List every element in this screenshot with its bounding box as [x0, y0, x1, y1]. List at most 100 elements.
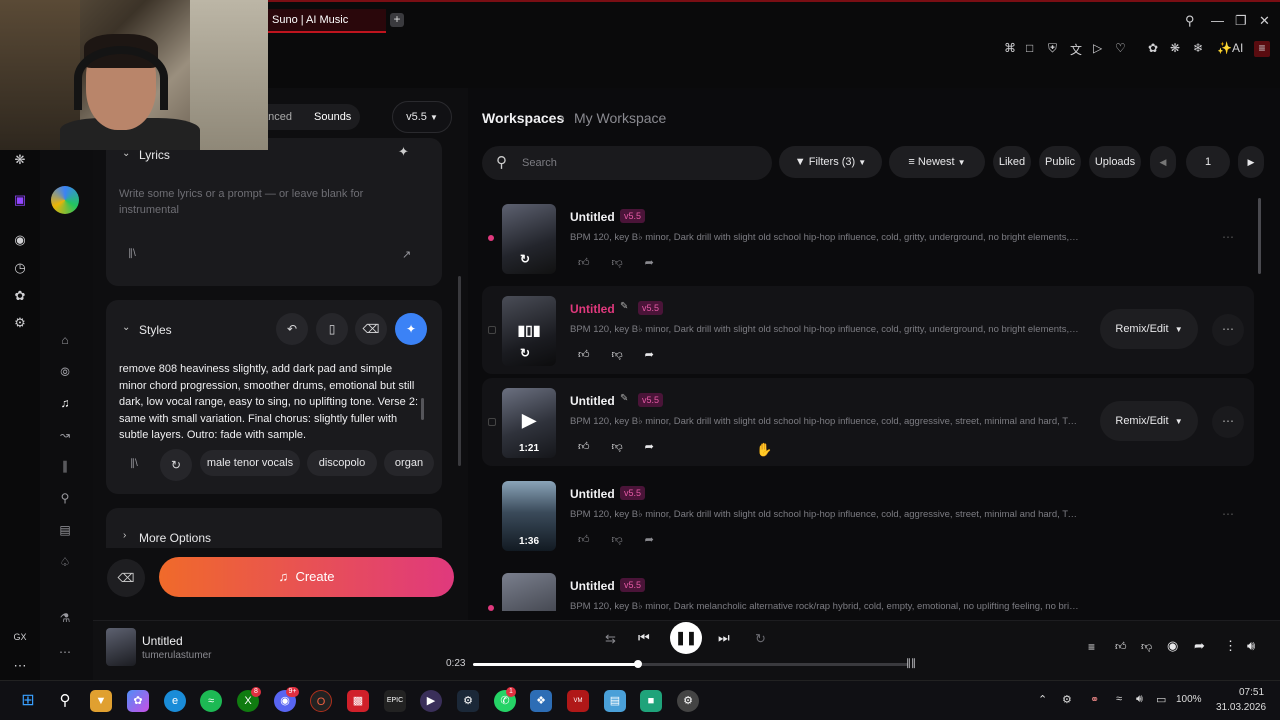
app-icon[interactable]: ❖: [530, 690, 552, 712]
search-icon[interactable]: ⚲: [1185, 13, 1195, 29]
tab-sounds[interactable]: Sounds: [314, 111, 351, 123]
play-icon[interactable]: ▷: [1093, 41, 1102, 55]
song-row[interactable]: Untitled v5.5 BPM 120, key B♭ minor, Dar…: [482, 563, 1254, 611]
steam-tray-icon[interactable]: ⚙: [1062, 693, 1072, 706]
queue-icon[interactable]: ≡: [1088, 640, 1095, 654]
edge-icon[interactable]: e: [164, 690, 186, 712]
select-checkbox[interactable]: [488, 418, 496, 426]
app-icon[interactable]: ▩: [347, 690, 369, 712]
labs-icon[interactable]: ⚗: [58, 611, 72, 625]
trash-icon[interactable]: ⌫: [355, 313, 387, 345]
opera-menu-icon[interactable]: ≡: [1254, 41, 1270, 57]
share-icon[interactable]: ➦: [645, 441, 654, 453]
song-title[interactable]: Untitled: [570, 394, 615, 408]
ai-extension-icon[interactable]: ✨AI: [1217, 41, 1243, 55]
browser-tab-suno[interactable]: Suno | AI Music: [266, 9, 386, 33]
heart-icon[interactable]: ♡: [1115, 41, 1126, 55]
app-icon[interactable]: ▤: [604, 690, 626, 712]
style-tag[interactable]: male tenor vocals: [200, 450, 300, 476]
notifications-icon[interactable]: ♤: [58, 555, 72, 569]
thumbs-down-icon[interactable]: 👎︎: [612, 534, 623, 546]
minimize-icon[interactable]: —: [1211, 13, 1224, 28]
epic-games-icon[interactable]: EPIC: [384, 690, 406, 712]
clear-icon[interactable]: ⌫: [107, 559, 145, 597]
library-icon[interactable]: ∥\: [130, 458, 138, 469]
thumbs-down-icon[interactable]: 👎︎: [612, 441, 623, 453]
avatar[interactable]: [51, 186, 79, 214]
song-title[interactable]: Untitled: [570, 579, 615, 593]
spotify-icon[interactable]: ≈: [200, 690, 222, 712]
shuffle-tags-icon[interactable]: ↻: [160, 449, 192, 481]
previous-icon[interactable]: ⏮︎: [638, 630, 650, 646]
sort-button[interactable]: ≡ Newest ▼: [889, 146, 985, 178]
more-options-card[interactable]: › More Options: [106, 508, 442, 548]
brave-icon[interactable]: ▼: [90, 690, 112, 712]
workspace-scrollbar[interactable]: [1258, 198, 1261, 274]
thumbs-up-icon[interactable]: 👍︎: [1115, 640, 1127, 653]
thumbs-down-icon[interactable]: 👎︎: [612, 257, 623, 269]
progress-handle[interactable]: [634, 660, 643, 668]
new-tab-button[interactable]: +: [390, 13, 404, 27]
clock-date[interactable]: 31.03.2026: [1216, 702, 1266, 713]
close-icon[interactable]: ✕: [1259, 13, 1270, 29]
library-icon[interactable]: ∥: [58, 459, 72, 473]
now-playing-thumbnail[interactable]: [106, 628, 136, 666]
song-thumbnail[interactable]: ▮▯▮ ↻: [502, 296, 556, 366]
edit-icon[interactable]: ✎: [620, 393, 628, 404]
battery-icon[interactable]: ▭: [1156, 693, 1166, 706]
song-row[interactable]: 1:36 Untitled v5.5 BPM 120, key B♭ minor…: [482, 471, 1254, 559]
song-row[interactable]: ↻ Untitled v5.5 BPM 120, key B♭ minor, D…: [482, 194, 1254, 282]
windows-start-icon[interactable]: ⊞: [17, 690, 39, 712]
style-tag[interactable]: organ: [384, 450, 434, 476]
more-icon[interactable]: ⋯: [1212, 222, 1244, 254]
shuffle-icon[interactable]: ⇆: [605, 631, 616, 647]
more-icon[interactable]: ⋯: [1212, 499, 1244, 531]
style-tag[interactable]: discopolo: [307, 450, 377, 476]
home-icon[interactable]: ⌂: [58, 333, 72, 347]
create-button[interactable]: ♫ Create: [159, 557, 454, 597]
now-playing-title[interactable]: Untitled: [142, 634, 183, 648]
screenshot-icon[interactable]: □: [1026, 41, 1033, 55]
bookmark-icon[interactable]: ▯: [316, 313, 348, 345]
search-input[interactable]: ⚲ Search: [482, 146, 772, 180]
thumbs-up-icon[interactable]: 👍︎: [578, 441, 590, 453]
shield-icon[interactable]: ⛨: [1048, 41, 1057, 56]
lyrics-input[interactable]: Write some lyrics or a prompt — or leave…: [119, 186, 389, 218]
media-player-icon[interactable]: ▶: [420, 690, 442, 712]
magic-wand-icon[interactable]: ✦: [398, 144, 409, 160]
song-row[interactable]: ▮▯▮ ↻ Untitled ✎ v5.5 BPM 120, key B♭ min…: [482, 286, 1254, 374]
liked-filter-button[interactable]: Liked: [993, 146, 1031, 178]
undo-icon[interactable]: ↶: [276, 313, 308, 345]
model-select[interactable]: v5.5 ▼: [392, 101, 452, 133]
extension-icon[interactable]: ✿: [1148, 41, 1158, 55]
extensions-icon[interactable]: ✿: [12, 288, 28, 304]
filters-button[interactable]: ▼ Filters (3) ▼: [779, 146, 882, 178]
now-playing-artist[interactable]: tumerulastumer: [142, 650, 211, 661]
song-row[interactable]: ▶ 1:21 Untitled ✎ v5.5 BPM 120, key B♭ mi…: [482, 378, 1254, 466]
search-icon[interactable]: ⚲: [58, 491, 72, 505]
song-title[interactable]: Untitled: [570, 210, 615, 224]
song-title[interactable]: Untitled: [570, 302, 615, 316]
settings-icon[interactable]: ⚙: [12, 315, 28, 331]
extension-icon[interactable]: ❄: [1193, 41, 1203, 55]
prev-page-icon[interactable]: ◀: [1150, 146, 1176, 178]
select-checkbox[interactable]: [488, 326, 496, 334]
comment-icon[interactable]: ◉: [1167, 638, 1178, 654]
extension-icon[interactable]: ❋: [1170, 41, 1180, 55]
studio-icon[interactable]: ↝: [58, 428, 72, 442]
styles-scrollbar[interactable]: [421, 398, 424, 420]
gx-corner-icon[interactable]: ❋: [12, 152, 28, 168]
thumbs-up-icon[interactable]: 👍︎: [578, 349, 590, 361]
share-icon[interactable]: ➦: [645, 257, 654, 269]
share-icon[interactable]: ➦: [645, 349, 654, 361]
more-icon[interactable]: ⋯: [1212, 406, 1244, 438]
volume-icon[interactable]: 🔊︎: [1247, 638, 1255, 654]
more-icon[interactable]: ⋯: [12, 658, 28, 674]
copilot-icon[interactable]: ✿: [127, 690, 149, 712]
twitch-icon[interactable]: ▣: [12, 192, 28, 208]
uploads-filter-button[interactable]: Uploads: [1089, 146, 1141, 178]
voicemeeter-icon[interactable]: VM: [567, 690, 589, 712]
clock-time[interactable]: 07:51: [1239, 687, 1264, 698]
history-icon[interactable]: ◷: [12, 260, 28, 276]
thumbs-up-icon[interactable]: 👍︎: [578, 534, 590, 546]
